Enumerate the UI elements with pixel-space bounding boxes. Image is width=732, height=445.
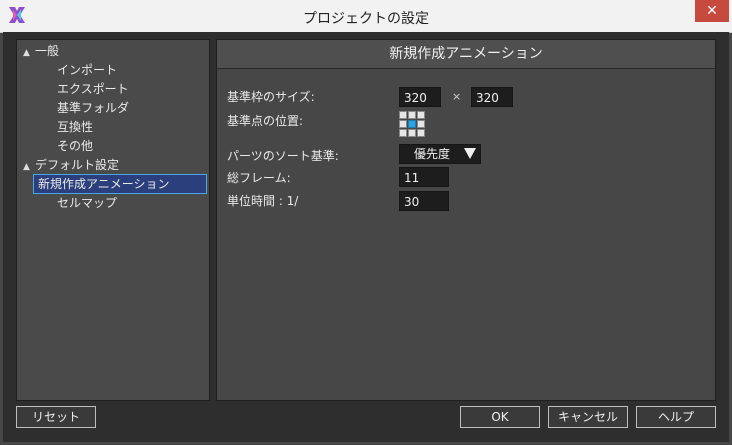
- pivot-center[interactable]: [408, 120, 416, 128]
- tree-item-label: デフォルト設定: [35, 158, 120, 172]
- tree-item-import[interactable]: インポート: [57, 61, 117, 79]
- cancel-button[interactable]: キャンセル: [548, 406, 628, 428]
- pivot-middle-right[interactable]: [417, 120, 425, 128]
- tree-item-label: 新規作成アニメーション: [38, 177, 170, 191]
- tree-item-cellmap[interactable]: セルマップ: [57, 194, 117, 212]
- category-tree: ▲ 一般 インポート エクスポート 基準フォルダ 互換性 その他 ▲ デフォルト設定…: [16, 39, 210, 401]
- settings-dialog: プロジェクトの設定 ✕ ▲ 一般 インポート エクスポート 基準フォルダ 互換性 …: [0, 0, 732, 445]
- pivot-top-center[interactable]: [408, 111, 416, 119]
- pivot-top-left[interactable]: [399, 111, 407, 119]
- unit-time-label: 単位時間 : 1/: [227, 194, 299, 208]
- pivot-selector[interactable]: [399, 111, 425, 137]
- times-sign: ×: [452, 90, 462, 103]
- sort-dropdown[interactable]: 優先度: [399, 144, 481, 164]
- total-frames-label: 総フレーム:: [227, 171, 291, 185]
- frame-size-label: 基準枠のサイズ:: [227, 90, 315, 104]
- tree-item-label: 一般: [35, 44, 60, 58]
- panel-title: 新規作成アニメーション: [217, 40, 715, 69]
- tree-item-new-animation[interactable]: 新規作成アニメーション: [33, 174, 207, 194]
- tree-item-base-folder[interactable]: 基準フォルダ: [57, 99, 129, 117]
- sort-value: 優先度: [414, 147, 451, 161]
- unit-time-input[interactable]: 30: [399, 191, 449, 211]
- pivot-middle-left[interactable]: [399, 120, 407, 128]
- close-icon: ✕: [706, 3, 718, 19]
- window-title: プロジェクトの設定: [303, 11, 429, 27]
- close-button[interactable]: ✕: [695, 0, 729, 22]
- pivot-label: 基準点の位置:: [227, 114, 304, 128]
- pivot-bottom-left[interactable]: [399, 129, 407, 137]
- expand-arrow-icon[interactable]: ▲: [23, 44, 35, 62]
- tree-item-default-settings[interactable]: ▲ デフォルト設定: [23, 156, 119, 174]
- help-button[interactable]: ヘルプ: [636, 406, 716, 428]
- total-frames-input[interactable]: 11: [399, 167, 449, 187]
- frame-height-input[interactable]: 320: [471, 87, 513, 107]
- frame-width-input[interactable]: 320: [399, 87, 441, 107]
- tree-item-other[interactable]: その他: [57, 137, 93, 155]
- pivot-bottom-right[interactable]: [417, 129, 425, 137]
- tree-item-export[interactable]: エクスポート: [57, 80, 129, 98]
- dropdown-arrow-icon: [464, 148, 476, 159]
- ok-button[interactable]: OK: [460, 406, 540, 428]
- tree-item-general[interactable]: ▲ 一般: [23, 42, 59, 60]
- reset-button[interactable]: リセット: [16, 406, 96, 428]
- pivot-bottom-center[interactable]: [408, 129, 416, 137]
- pivot-top-right[interactable]: [417, 111, 425, 119]
- tree-item-compatibility[interactable]: 互換性: [57, 118, 93, 136]
- title-bar: プロジェクトの設定 ✕: [0, 0, 732, 33]
- sort-label: パーツのソート基準:: [227, 149, 339, 163]
